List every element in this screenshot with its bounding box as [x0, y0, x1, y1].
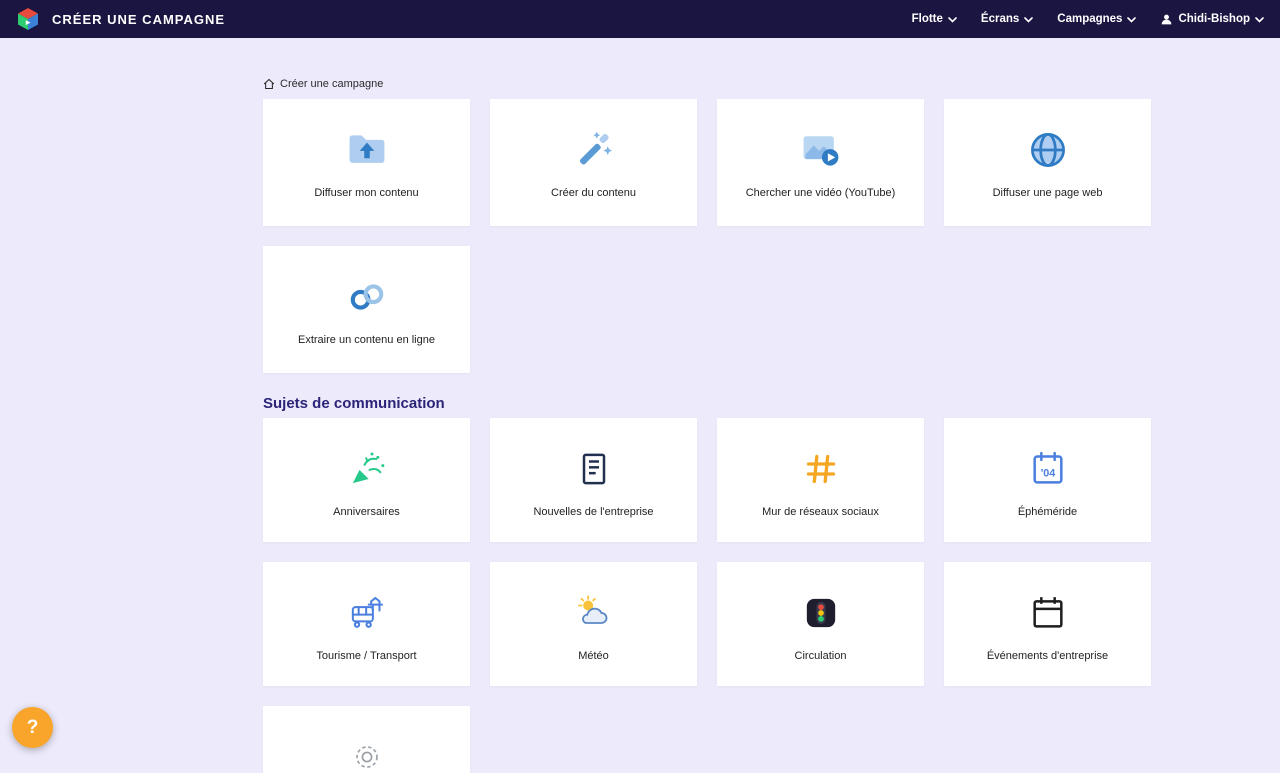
- card-label: Nouvelles de l'entreprise: [525, 506, 661, 518]
- card-label: Diffuser une page web: [985, 187, 1111, 199]
- chevron-down-icon: [1255, 17, 1264, 23]
- user-icon: [1160, 13, 1173, 26]
- card-tourisme-transport[interactable]: Tourisme / Transport: [263, 562, 470, 686]
- app-logo-icon: [16, 7, 40, 31]
- nav-item-flotte[interactable]: Flotte: [912, 13, 957, 25]
- home-icon: [263, 78, 275, 90]
- card-label: Anniversaires: [325, 506, 408, 518]
- gear-icon: [347, 734, 387, 773]
- page-title: CRÉER UNE CAMPAGNE: [52, 12, 225, 27]
- folder-upload-icon: [345, 127, 389, 173]
- chevron-down-icon: [1024, 17, 1033, 23]
- create-card-grid: Diffuser mon contenu Créer du contenu: [263, 99, 1151, 373]
- nav-item-ecrans[interactable]: Écrans: [981, 13, 1033, 25]
- nav-item-label: Flotte: [912, 13, 943, 25]
- party-popper-icon: [347, 446, 387, 492]
- breadcrumb[interactable]: Créer une campagne: [263, 78, 1151, 90]
- chevron-down-icon: [1127, 17, 1136, 23]
- card-label: Extraire un contenu en ligne: [290, 334, 443, 346]
- topics-card-grid: Anniversaires Nouvelles de l'entreprise: [263, 418, 1151, 773]
- card-partial-bottom[interactable]: [263, 706, 470, 773]
- calendar-icon: [1028, 590, 1068, 636]
- card-evenements-entreprise[interactable]: Événements d'entreprise: [944, 562, 1151, 686]
- user-name-label: Chidi-Bishop: [1178, 13, 1250, 25]
- bus-landmark-icon: [347, 590, 387, 636]
- card-label: Chercher une vidéo (YouTube): [738, 187, 904, 199]
- nav-item-label: Écrans: [981, 13, 1019, 25]
- card-label: Tourisme / Transport: [308, 650, 424, 662]
- card-ephemeride[interactable]: '04 Éphéméride: [944, 418, 1151, 542]
- navbar-menu: Flotte Écrans Campagnes Chidi-Bishop: [912, 13, 1264, 26]
- card-anniversaires[interactable]: Anniversaires: [263, 418, 470, 542]
- navbar: CRÉER UNE CAMPAGNE Flotte Écrans Campagn…: [0, 0, 1280, 38]
- magic-wand-icon: [572, 127, 616, 173]
- nav-item-campagnes[interactable]: Campagnes: [1057, 13, 1136, 25]
- chevron-down-icon: [948, 17, 957, 23]
- weather-icon: [574, 590, 614, 636]
- traffic-light-icon: [801, 590, 841, 636]
- card-label: Mur de réseaux sociaux: [754, 506, 887, 518]
- card-diffuser-une-page-web[interactable]: Diffuser une page web: [944, 99, 1151, 226]
- link-icon: [345, 274, 389, 320]
- card-chercher-une-video[interactable]: Chercher une vidéo (YouTube): [717, 99, 924, 226]
- card-label: Événements d'entreprise: [979, 650, 1116, 662]
- calendar-date-icon: '04: [1028, 446, 1068, 492]
- card-diffuser-mon-contenu[interactable]: Diffuser mon contenu: [263, 99, 470, 226]
- nav-item-label: Campagnes: [1057, 13, 1122, 25]
- card-mur-reseaux-sociaux[interactable]: Mur de réseaux sociaux: [717, 418, 924, 542]
- card-label: Météo: [570, 650, 617, 662]
- help-button[interactable]: ?: [12, 707, 53, 748]
- card-label: Diffuser mon contenu: [306, 187, 426, 199]
- card-nouvelles-entreprise[interactable]: Nouvelles de l'entreprise: [490, 418, 697, 542]
- card-extraire-un-contenu[interactable]: Extraire un contenu en ligne: [263, 246, 470, 373]
- card-label: Circulation: [787, 650, 855, 662]
- newspaper-icon: [574, 446, 614, 492]
- card-meteo[interactable]: Météo: [490, 562, 697, 686]
- user-menu[interactable]: Chidi-Bishop: [1160, 13, 1264, 26]
- globe-icon: [1026, 127, 1070, 173]
- video-search-icon: [799, 127, 843, 173]
- card-creer-du-contenu[interactable]: Créer du contenu: [490, 99, 697, 226]
- card-label: Éphéméride: [1010, 506, 1085, 518]
- card-label: Créer du contenu: [543, 187, 644, 199]
- svg-text:'04: '04: [1040, 468, 1055, 480]
- main-content: Créer une campagne Diffuser mon contenu: [0, 38, 1151, 773]
- breadcrumb-label: Créer une campagne: [280, 78, 383, 90]
- card-circulation[interactable]: Circulation: [717, 562, 924, 686]
- section-title-sujets: Sujets de communication: [263, 395, 1151, 412]
- hashtag-icon: [801, 446, 841, 492]
